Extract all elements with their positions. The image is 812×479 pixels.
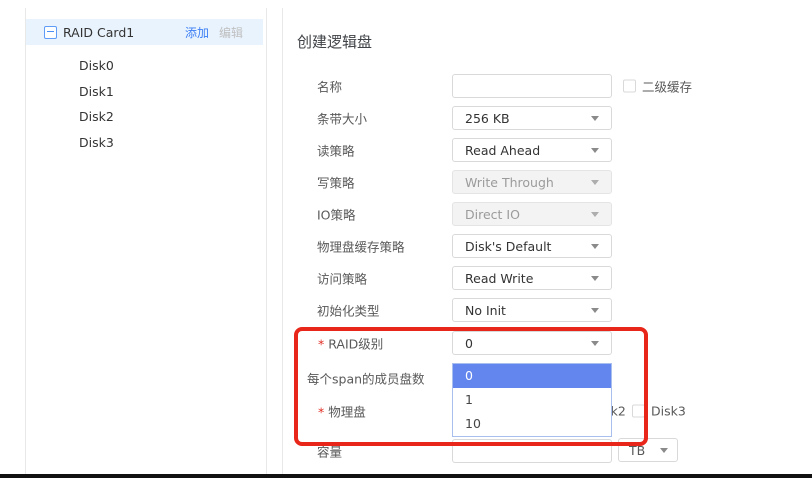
- read-policy-label: 读策略: [317, 141, 355, 160]
- capacity-unit-value: TB: [629, 443, 645, 458]
- name-input[interactable]: [452, 74, 612, 98]
- chevron-down-icon: [591, 244, 599, 249]
- disk-cache-policy-value: Disk's Default: [465, 239, 551, 254]
- tree-item-disk0[interactable]: Disk0: [26, 53, 263, 79]
- raid-card-label: RAID Card1: [63, 25, 134, 40]
- stripe-size-select[interactable]: 256 KB: [452, 106, 612, 130]
- chevron-down-icon: [591, 341, 599, 346]
- chevron-down-icon: [591, 148, 599, 153]
- read-policy-value: Read Ahead: [465, 143, 540, 158]
- init-type-select[interactable]: No Init: [452, 298, 612, 322]
- collapse-minus-icon[interactable]: [44, 26, 57, 39]
- raid-level-option-1[interactable]: 1: [453, 388, 611, 412]
- io-policy-label: IO策略: [317, 205, 356, 224]
- stripe-size-value: 256 KB: [465, 111, 510, 126]
- write-policy-value: Write Through: [465, 175, 554, 190]
- io-policy-value: Direct IO: [465, 207, 520, 222]
- tree-item-raid-card[interactable]: RAID Card1 添加 编辑: [26, 19, 263, 45]
- required-asterisk: *: [318, 405, 324, 420]
- chevron-down-icon: [591, 116, 599, 121]
- raid-level-option-0[interactable]: 0: [453, 364, 611, 388]
- raid-level-option-10[interactable]: 10: [453, 412, 611, 436]
- tree-item-disk2[interactable]: Disk2: [26, 104, 263, 130]
- disk-cache-policy-label: 物理盘缓存策略: [317, 237, 405, 256]
- raid-level-select[interactable]: 0: [452, 331, 612, 355]
- init-type-label: 初始化类型: [317, 301, 380, 320]
- write-policy-select: Write Through: [452, 170, 612, 194]
- chevron-down-icon: [660, 448, 668, 453]
- raid-config-window: RAID Card1 添加 编辑 Disk0 Disk1 Disk2 Disk3…: [0, 0, 812, 479]
- read-policy-select[interactable]: Read Ahead: [452, 138, 612, 162]
- io-policy-select: Direct IO: [452, 202, 612, 226]
- edit-link[interactable]: 编辑: [219, 24, 243, 41]
- raid-level-value: 0: [465, 336, 473, 351]
- disk-cache-policy-select[interactable]: Disk's Default: [452, 234, 612, 258]
- required-asterisk: *: [318, 337, 324, 352]
- tree-item-disk3[interactable]: Disk3: [26, 130, 263, 156]
- disk-list: Disk0 Disk1 Disk2 Disk3: [26, 53, 263, 155]
- window-bottom-edge: [0, 474, 812, 478]
- add-link[interactable]: 添加: [185, 24, 209, 41]
- access-policy-label: 访问策略: [317, 269, 367, 288]
- disk3-checkbox-label: Disk3: [651, 404, 686, 419]
- capacity-unit-select[interactable]: TB: [618, 438, 678, 462]
- init-type-value: No Init: [465, 303, 506, 318]
- physical-disk-label: *物理盘: [318, 402, 366, 421]
- access-policy-select[interactable]: Read Write: [452, 266, 612, 290]
- secondary-cache-label: 二级缓存: [642, 77, 692, 96]
- raid-level-dropdown-panel: 0 1 10: [452, 363, 612, 437]
- secondary-cache-checkbox[interactable]: [623, 80, 636, 93]
- chevron-down-icon: [591, 180, 599, 185]
- access-policy-value: Read Write: [465, 271, 533, 286]
- capacity-label: 容量: [317, 442, 342, 461]
- capacity-input[interactable]: [452, 439, 612, 463]
- tree-item-disk1[interactable]: Disk1: [26, 79, 263, 105]
- disk3-checkbox[interactable]: [632, 405, 645, 418]
- write-policy-label: 写策略: [317, 173, 355, 192]
- page-title: 创建逻辑盘: [297, 31, 372, 52]
- chevron-down-icon: [591, 212, 599, 217]
- span-members-label: 每个span的成员盘数: [307, 369, 425, 388]
- chevron-down-icon: [591, 276, 599, 281]
- name-label: 名称: [317, 77, 342, 96]
- raid-level-label: *RAID级别: [318, 334, 383, 353]
- chevron-down-icon: [591, 308, 599, 313]
- stripe-size-label: 条带大小: [317, 109, 367, 128]
